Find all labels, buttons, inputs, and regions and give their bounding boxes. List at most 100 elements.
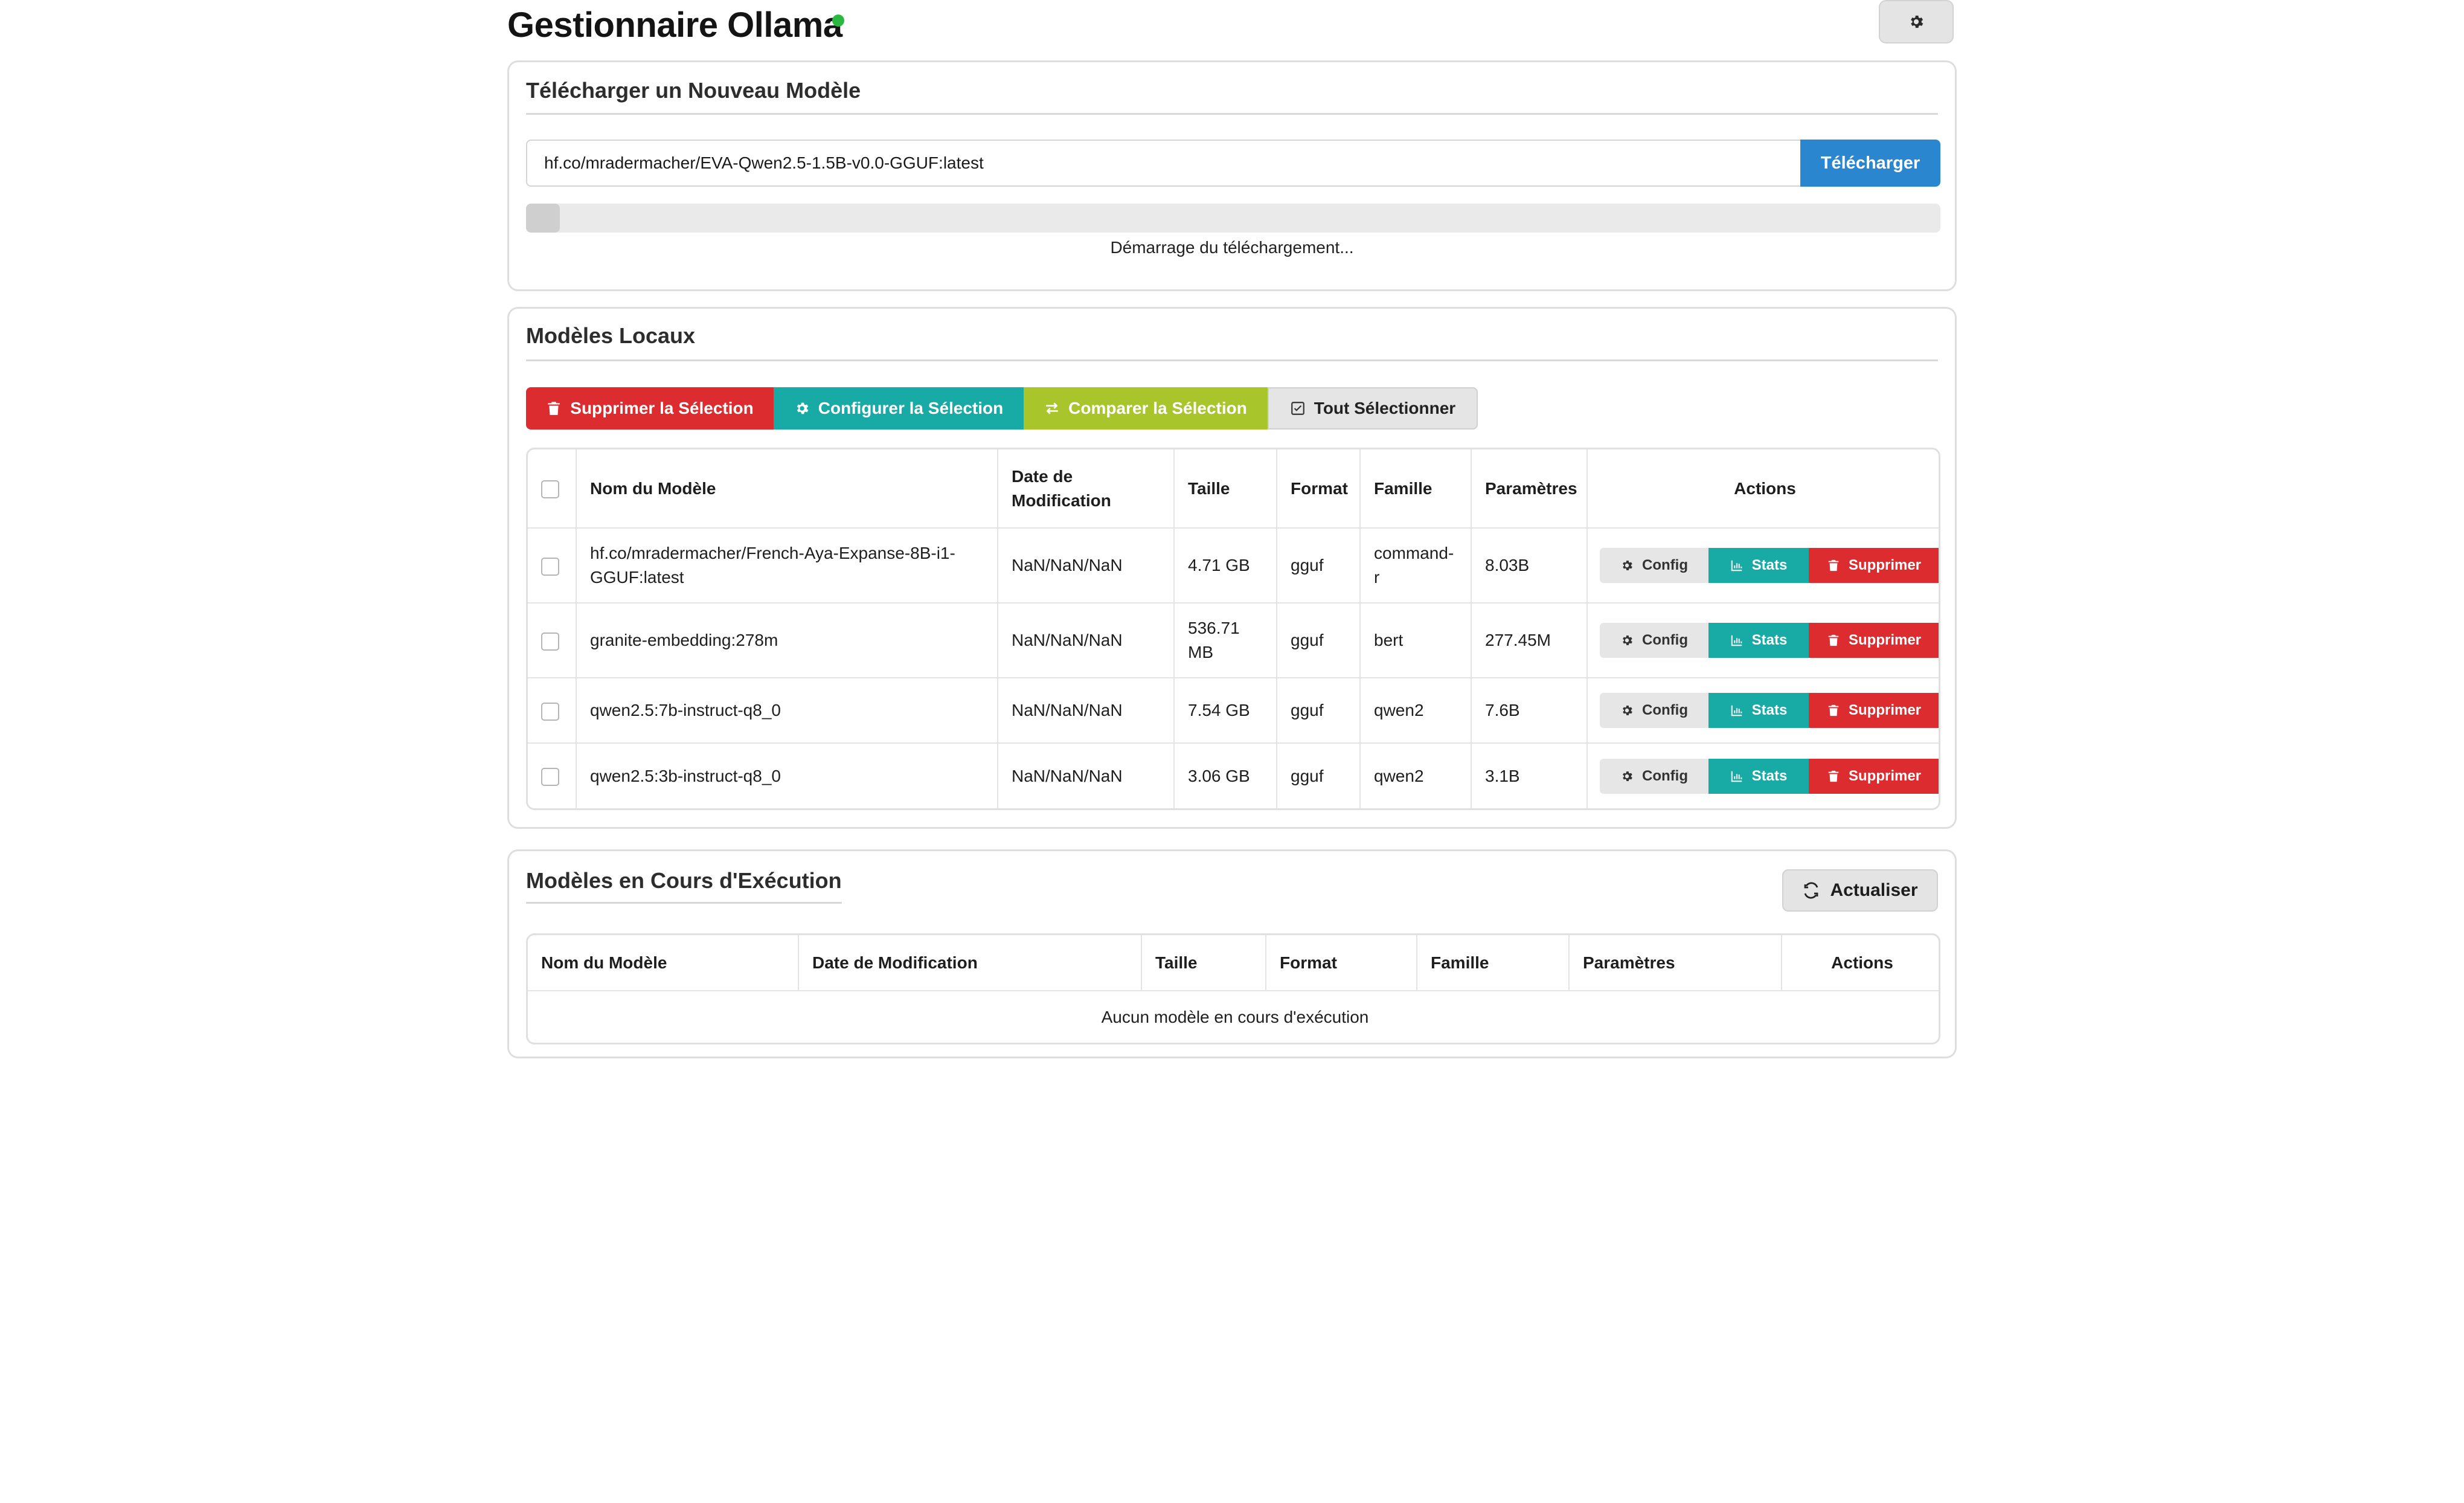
status-indicator (832, 14, 844, 27)
refresh-label: Actualiser (1830, 880, 1918, 900)
col-header-format: Format (1277, 449, 1361, 528)
delete-button[interactable]: Supprimer (1809, 758, 1939, 794)
model-name-cell: hf.co/mradermacher/French-Aya-Expanse-8B… (576, 527, 998, 603)
family-cell: command-r (1360, 527, 1472, 603)
running-models-card: Modèles en Cours d'Exécution Actualiser … (507, 849, 1957, 1058)
modified-date-cell: NaN/NaN/NaN (998, 602, 1175, 678)
table-row: hf.co/mradermacher/French-Aya-Expanse-8B… (528, 527, 1939, 603)
col-header-format: Format (1266, 935, 1417, 991)
row-actions: Config Stats Supprimer (1600, 758, 1939, 794)
bar-chart-icon (1731, 705, 1742, 716)
row-actions: Config Stats Supprimer (1600, 693, 1939, 728)
row-checkbox-cell (528, 527, 577, 603)
delete-selection-button[interactable]: Supprimer la Sélection (526, 387, 774, 430)
bar-chart-icon (1731, 771, 1742, 782)
row-actions: Config Stats Supprimer (1600, 623, 1939, 658)
app-container: Gestionnaire Ollama Télécharger un Nouve… (507, 0, 1957, 1058)
delete-button[interactable]: Supprimer (1809, 693, 1939, 728)
local-models-table: Nom du Modèle Date de Modification Taill… (526, 448, 1940, 810)
params-cell: 7.6B (1471, 677, 1588, 743)
col-header-name: Nom du Modèle (528, 935, 799, 991)
download-title: Télécharger un Nouveau Modèle (526, 78, 861, 103)
delete-label: Supprimer (1848, 557, 1922, 573)
model-name-cell: qwen2.5:7b-instruct-q8_0 (576, 677, 998, 743)
col-header-date: Date de Modification (798, 935, 1142, 991)
params-cell: 277.45M (1471, 602, 1588, 678)
config-label: Config (1642, 702, 1688, 718)
divider (526, 113, 1938, 115)
config-button[interactable]: Config (1600, 623, 1708, 658)
configure-selection-button[interactable]: Configurer la Sélection (774, 387, 1024, 430)
table-row: granite-embedding:278m NaN/NaN/NaN 536.71 … (528, 602, 1939, 678)
config-button[interactable]: Config (1600, 548, 1708, 583)
model-name-cell: granite-embedding:278m (576, 602, 998, 678)
row-checkbox-cell (528, 677, 577, 743)
progress-fill (526, 204, 560, 233)
delete-button[interactable]: Supprimer (1809, 623, 1939, 658)
params-cell: 3.1B (1471, 742, 1588, 808)
row-checkbox-cell (528, 602, 577, 678)
select-all-checkbox[interactable] (541, 480, 559, 499)
model-url-input[interactable] (526, 140, 1800, 187)
delete-button[interactable]: Supprimer (1809, 548, 1939, 583)
bar-chart-icon (1731, 635, 1742, 646)
stats-label: Stats (1751, 632, 1788, 648)
gear-icon (1623, 771, 1632, 781)
actions-cell: Config Stats Supprimer (1587, 742, 1939, 808)
bulk-actions-bar: Supprimer la Sélection Configurer la Sél… (526, 387, 1478, 430)
row-checkbox-cell (528, 742, 577, 808)
local-models-card: Modèles Locaux Supprimer la Sélection Co… (507, 307, 1957, 829)
gear-icon (797, 402, 809, 414)
running-models-title: Modèles en Cours d'Exécution (526, 868, 842, 904)
row-checkbox[interactable] (541, 632, 559, 651)
bar-chart-icon (1731, 560, 1742, 571)
row-checkbox[interactable] (541, 768, 559, 787)
stats-button[interactable]: Stats (1708, 693, 1809, 728)
compare-selection-button[interactable]: Comparer la Sélection (1024, 387, 1268, 430)
format-cell: gguf (1277, 742, 1361, 808)
config-button[interactable]: Config (1600, 758, 1708, 794)
family-cell: qwen2 (1360, 677, 1472, 743)
gear-icon (1623, 636, 1632, 645)
col-header-params: Paramètres (1471, 449, 1588, 528)
delete-selection-label: Supprimer la Sélection (570, 399, 754, 417)
row-checkbox[interactable] (541, 557, 559, 576)
format-cell: gguf (1277, 527, 1361, 603)
download-card: Télécharger un Nouveau Modèle Télécharge… (507, 60, 1957, 291)
config-label: Config (1642, 632, 1688, 648)
trash-icon (1828, 704, 1839, 716)
modified-date-cell: NaN/NaN/NaN (998, 742, 1175, 808)
col-header-size: Taille (1174, 449, 1277, 528)
config-label: Config (1642, 557, 1688, 573)
col-header-name: Nom du Modèle (576, 449, 998, 528)
stats-label: Stats (1751, 767, 1788, 784)
model-name-cell: qwen2.5:3b-instruct-q8_0 (576, 742, 998, 808)
delete-label: Supprimer (1848, 702, 1922, 718)
exchange-icon (1046, 402, 1058, 414)
refresh-button[interactable]: Actualiser (1782, 869, 1938, 912)
actions-cell: Config Stats Supprimer (1587, 602, 1939, 678)
select-all-button[interactable]: Tout Sélectionner (1268, 387, 1478, 430)
download-button[interactable]: Télécharger (1800, 140, 1940, 187)
row-checkbox[interactable] (541, 702, 559, 721)
col-header-actions: Actions (1734, 478, 1796, 498)
table-row: qwen2.5:3b-instruct-q8_0 NaN/NaN/NaN 3.06 … (528, 742, 1939, 808)
config-button[interactable]: Config (1600, 693, 1708, 728)
stats-button[interactable]: Stats (1708, 758, 1809, 794)
page-title: Gestionnaire Ollama (507, 5, 842, 45)
actions-cell: Config Stats Supprimer (1587, 527, 1939, 603)
delete-label: Supprimer (1848, 632, 1922, 648)
modified-date-cell: NaN/NaN/NaN (998, 677, 1175, 743)
gear-icon (1911, 15, 1923, 28)
select-all-label: Tout Sélectionner (1314, 399, 1456, 417)
refresh-icon (1805, 882, 1818, 899)
stats-button[interactable]: Stats (1708, 623, 1809, 658)
actions-cell: Config Stats Supprimer (1587, 677, 1939, 743)
family-cell: bert (1360, 602, 1472, 678)
stats-button[interactable]: Stats (1708, 548, 1809, 583)
settings-button[interactable] (1879, 0, 1954, 43)
divider (526, 359, 1938, 361)
trash-icon (1828, 770, 1839, 782)
col-header-params: Paramètres (1569, 935, 1782, 991)
params-cell: 8.03B (1471, 527, 1588, 603)
